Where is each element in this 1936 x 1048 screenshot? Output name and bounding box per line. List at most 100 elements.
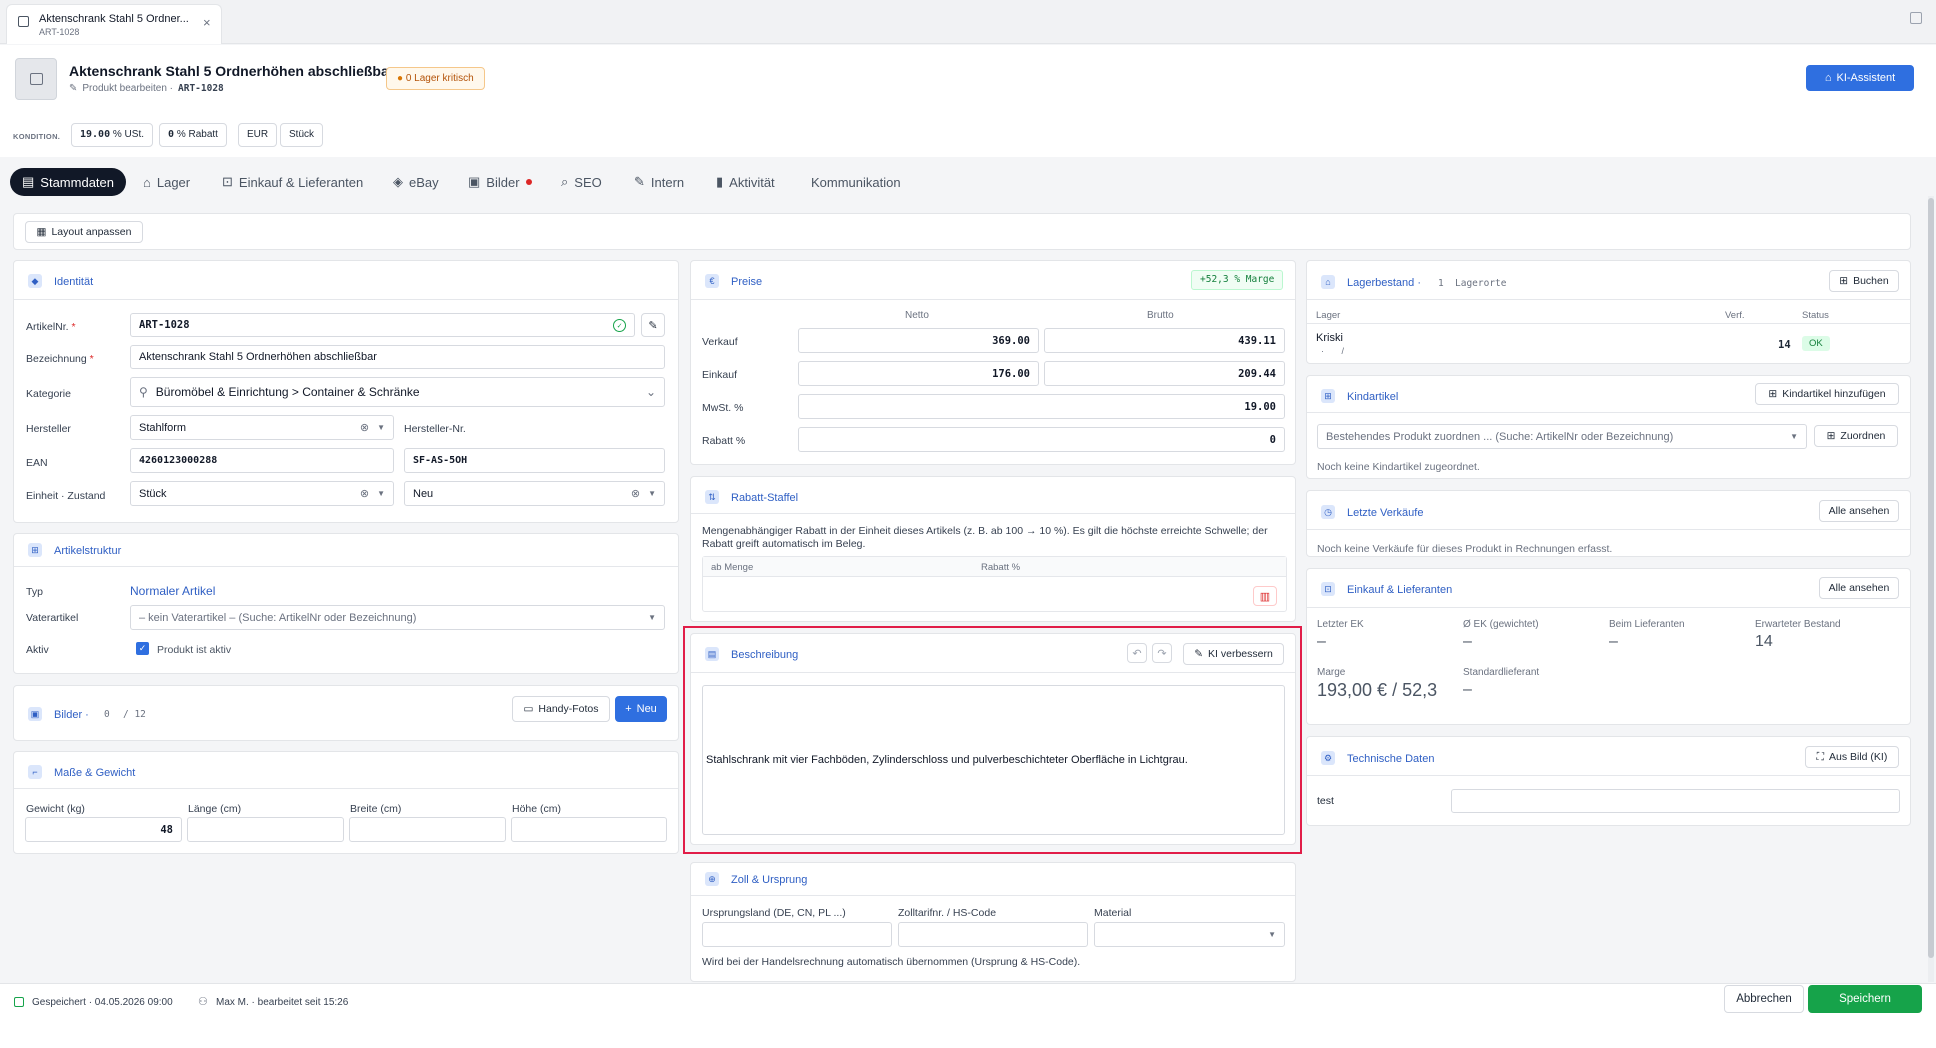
clear-icon[interactable]: ⊗ <box>360 487 369 500</box>
tech-row-input[interactable] <box>1451 789 1900 813</box>
add-child-button[interactable]: ⊞ Kindartikel hinzufügen <box>1755 383 1899 405</box>
page-subtitle: ✎ Produkt bearbeiten · ART-1028 <box>69 83 224 94</box>
parent-select[interactable]: – kein Vaterartikel – (Suche: ArtikelNr … <box>130 605 665 630</box>
generate-artno-button[interactable]: ✎ <box>641 313 665 337</box>
cancel-button[interactable]: Abbrechen <box>1724 985 1804 1013</box>
active-label: Aktiv <box>26 644 49 656</box>
length-input[interactable] <box>187 817 344 842</box>
tab-kommunikation[interactable]: Kommunikation <box>811 168 901 196</box>
margin-value: 193,00 € / 52,3 <box>1317 680 1438 700</box>
material-select[interactable]: ▼ <box>1094 922 1285 947</box>
type-label: Typ <box>26 586 43 598</box>
name-input[interactable]: Aktenschrank Stahl 5 Ordnerhöhen abschli… <box>130 345 665 369</box>
sales-all-button[interactable]: Alle ansehen <box>1819 500 1899 522</box>
table-header: ab Menge Rabatt % <box>703 557 1286 577</box>
ean-input[interactable]: 4260123000288 <box>130 448 394 473</box>
buy-gross-input[interactable]: 209.44 <box>1044 361 1285 386</box>
scrollbar-thumb[interactable] <box>1928 198 1934 958</box>
children-empty: Noch keine Kindartikel zugeordnet. <box>1317 461 1480 473</box>
images-count: 0 <box>104 709 110 720</box>
cart-icon: ⊡ <box>222 174 233 189</box>
weight-input[interactable]: 48 <box>25 817 182 842</box>
description-editor[interactable]: Stahlschrank mit vier Fachböden, Zylinde… <box>702 685 1285 835</box>
image-icon: ▣ <box>468 174 481 189</box>
phone-photos-button[interactable]: ▭ Handy-Fotos <box>512 696 610 722</box>
sales-title: Letzte Verkäufe <box>1347 507 1424 519</box>
maker-value: Stahlform <box>139 421 187 434</box>
ai-assistant-button[interactable]: ⌂ KI-Assistent <box>1806 65 1914 91</box>
unit-chip[interactable]: Stück <box>280 123 324 147</box>
height-input[interactable] <box>511 817 667 842</box>
trash-icon: ▥ <box>1259 590 1271 603</box>
product-thumbnail[interactable] <box>15 58 57 100</box>
maker-select[interactable]: Stahlform ⊗ ▼ <box>130 415 394 440</box>
assign-button[interactable]: ⊞ Zuordnen <box>1814 425 1898 447</box>
tab-bilder[interactable]: ▣ Bilder <box>468 168 532 196</box>
hs-input[interactable] <box>898 922 1088 947</box>
stock-row-name: Kriski <box>1316 332 1343 344</box>
col-net-header: Netto <box>905 310 929 321</box>
divider <box>691 513 1295 514</box>
stock-row-qty: 14 <box>1778 339 1791 351</box>
cart-icon: ⊡ <box>1321 582 1335 596</box>
footer-bar: Gespeichert · 04.05.2026 09:00 ⚇ Max M. … <box>0 983 1936 1048</box>
tab-label: Kommunikation <box>811 174 901 190</box>
tab-aktivitaet[interactable]: ▮ Aktivität <box>716 168 775 196</box>
tab-seo[interactable]: ⌕ SEO <box>561 168 602 196</box>
divider <box>691 299 1295 300</box>
close-icon[interactable]: × <box>203 15 211 30</box>
layout-customize-button[interactable]: ▦ Layout anpassen <box>25 221 143 243</box>
category-value: Büromöbel & Einrichtung > Container & Sc… <box>155 385 420 399</box>
grid-icon: ▦ <box>36 226 47 238</box>
unit-select[interactable]: Stück ⊗ ▼ <box>130 481 394 506</box>
discount-chip[interactable]: 0 % Rabatt <box>159 123 227 147</box>
buy-net-input[interactable]: 176.00 <box>798 361 1039 386</box>
divider <box>1307 775 1910 776</box>
undo-button[interactable]: ↶ <box>1127 643 1147 663</box>
assign-label: Zuordnen <box>1840 430 1886 442</box>
width-input[interactable] <box>349 817 506 842</box>
tab-lager[interactable]: ⌂ Lager <box>143 168 190 196</box>
col-qty-header: ab Menge <box>711 562 754 573</box>
clear-icon[interactable]: ⊗ <box>631 487 640 500</box>
price-discount-input[interactable]: 0 <box>798 427 1285 452</box>
tab-einkauf[interactable]: ⊡ Einkauf & Lieferanten <box>222 168 363 196</box>
book-button[interactable]: ⊞ Buchen <box>1829 270 1899 292</box>
ai-improve-button[interactable]: ✎ KI verbessern <box>1183 643 1284 665</box>
condition-value: Neu <box>413 487 434 500</box>
stock-warning-badge[interactable]: ● 0 Lager kritisch <box>386 67 485 90</box>
category-select[interactable]: ⚲ Büromöbel & Einrichtung > Container & … <box>130 377 665 407</box>
type-value[interactable]: Normaler Artikel <box>130 584 215 598</box>
document-tab-subtitle: ART-1028 <box>39 27 80 37</box>
vat-chip[interactable]: 19.00 % USt. <box>71 123 154 147</box>
maker-no-input[interactable]: SF-AS-5OH <box>404 448 665 473</box>
save-button[interactable]: Speichern <box>1808 985 1922 1013</box>
images-title: Bilder · <box>54 709 89 721</box>
user-icon: ⚇ <box>198 996 208 1008</box>
redo-icon: ↷ <box>1157 647 1167 660</box>
maker-label: Hersteller <box>26 423 71 435</box>
tab-intern[interactable]: ✎ Intern <box>634 168 684 196</box>
child-search-select[interactable]: Bestehendes Produkt zuordnen ... (Suche:… <box>1317 424 1807 449</box>
clear-icon[interactable]: ⊗ <box>360 421 369 434</box>
purchase-all-button[interactable]: Alle ansehen <box>1819 577 1899 599</box>
sell-gross-input[interactable]: 439.11 <box>1044 328 1285 353</box>
window-layout-icon[interactable] <box>1910 12 1922 24</box>
sell-net-input[interactable]: 369.00 <box>798 328 1039 353</box>
from-image-button[interactable]: ⛶ Aus Bild (KI) <box>1805 746 1899 768</box>
stock-card: ⌂ Lagerbestand · 1 Lagerorte ⊞ Buchen Lag… <box>1306 260 1911 364</box>
vat-input[interactable]: 19.00 <box>798 394 1285 419</box>
artno-input[interactable]: ART-1028 ✓ <box>130 313 635 337</box>
tab-stammdaten[interactable]: ▤ Stammdaten <box>10 168 126 196</box>
currency-chip[interactable]: EUR <box>238 123 278 147</box>
active-checkbox[interactable]: ✓ <box>136 642 149 655</box>
delete-row-button[interactable]: ▥ <box>1253 586 1277 606</box>
redo-button[interactable]: ↷ <box>1152 643 1172 663</box>
add-child-label: Kindartikel hinzufügen <box>1782 388 1886 400</box>
condition-select[interactable]: Neu ⊗ ▼ <box>404 481 665 506</box>
document-tab[interactable]: Aktenschrank Stahl 5 Ordner... ART-1028 … <box>6 4 222 44</box>
new-image-button[interactable]: + Neu <box>615 696 667 722</box>
margin-label: Marge <box>1317 667 1346 678</box>
tab-ebay[interactable]: ◈ eBay <box>393 168 439 196</box>
origin-input[interactable] <box>702 922 892 947</box>
